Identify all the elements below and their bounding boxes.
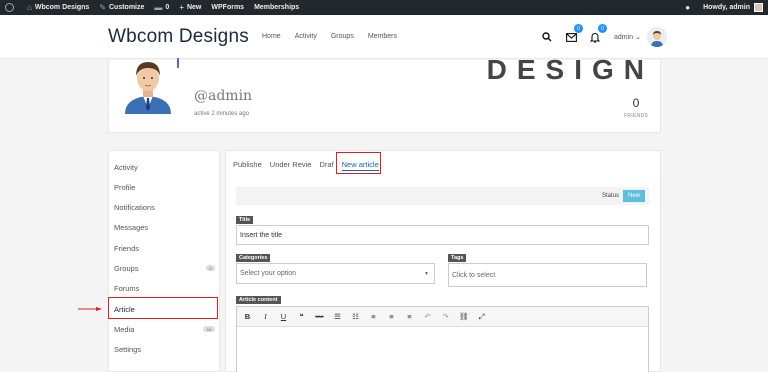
underline-icon[interactable]: U bbox=[279, 312, 288, 321]
new-article-highlight-box bbox=[336, 152, 381, 174]
title-label: Title bbox=[236, 216, 254, 224]
align-left-icon[interactable]: ≡ bbox=[369, 312, 378, 321]
header-actions: 0 0 admin ⌄ bbox=[540, 24, 667, 47]
adminbar-my-account[interactable]: Howdy, admin bbox=[698, 0, 768, 15]
bold-icon[interactable]: B bbox=[243, 312, 252, 321]
friends-stat[interactable]: 0 FRIENDS bbox=[624, 96, 648, 119]
sidebar-item-profile[interactable]: Profile bbox=[109, 177, 221, 197]
article-content-editor[interactable]: B I U ❝ ABC ☰ ☷ ≡ ≡ ≡ ↶ ↷ ⛓ ⤢ bbox=[236, 306, 649, 372]
numbered-list-icon[interactable]: ☷ bbox=[351, 312, 360, 321]
article-main-panel: Publishe Under Revie Draf New article St… bbox=[225, 150, 661, 372]
plus-icon: + bbox=[179, 3, 184, 12]
link-icon[interactable]: ⛓ bbox=[459, 312, 469, 321]
home-icon: ⌂ bbox=[27, 3, 32, 12]
user-menu[interactable]: admin ⌄ bbox=[614, 27, 667, 47]
brush-icon: ✎ bbox=[99, 3, 106, 12]
cover-image-text: DESIGN bbox=[486, 54, 654, 85]
align-right-icon[interactable]: ≡ bbox=[405, 312, 414, 321]
sidebar-item-settings[interactable]: Settings bbox=[109, 339, 221, 359]
categories-label: Categories bbox=[236, 254, 271, 262]
tab-draft[interactable]: Draf bbox=[319, 160, 333, 171]
comment-icon: ▬ bbox=[154, 3, 163, 12]
nav-groups[interactable]: Groups bbox=[331, 33, 354, 40]
fullscreen-icon[interactable]: ⤢ bbox=[477, 312, 486, 322]
caret-down-icon: ▼ bbox=[424, 270, 429, 277]
categories-select[interactable]: Select your option ▼ bbox=[236, 263, 435, 284]
adminbar-notice[interactable]: ● bbox=[680, 0, 698, 15]
site-header: Wbcom Designs Home Activity Groups Membe… bbox=[0, 15, 768, 59]
friends-label: FRIENDS bbox=[623, 113, 648, 119]
wordpress-icon bbox=[5, 3, 14, 12]
sidebar-item-groups[interactable]: Groups 0 bbox=[109, 258, 221, 278]
adminbar-wpforms[interactable]: WPForms bbox=[206, 0, 249, 15]
media-count-badge: 10 bbox=[203, 326, 215, 332]
italic-icon[interactable]: I bbox=[261, 312, 270, 321]
tab-under-review[interactable]: Under Revie bbox=[270, 160, 312, 171]
profile-avatar[interactable] bbox=[117, 58, 179, 114]
messages-badge: 0 bbox=[574, 24, 583, 33]
align-center-icon[interactable]: ≡ bbox=[387, 312, 396, 321]
bullet-list-icon[interactable]: ☰ bbox=[333, 312, 342, 321]
adminbar-avatar bbox=[754, 3, 763, 12]
avatar bbox=[646, 27, 667, 47]
notifications-badge: 0 bbox=[598, 24, 607, 33]
nav-home[interactable]: Home bbox=[262, 33, 281, 40]
main-nav: Home Activity Groups Members bbox=[262, 33, 397, 40]
profile-header: DESIGN @admin active 2 minutes ago 0 FRI… bbox=[108, 54, 661, 133]
tags-input[interactable]: Click to select bbox=[448, 263, 647, 287]
article-highlight-box bbox=[108, 297, 218, 319]
redo-icon[interactable]: ↷ bbox=[441, 312, 450, 321]
sidebar-item-activity[interactable]: Activity bbox=[109, 157, 221, 177]
notice-icon: ● bbox=[685, 3, 691, 12]
adminbar-memberships[interactable]: Memberships bbox=[249, 0, 304, 15]
site-logo[interactable]: Wbcom Designs bbox=[108, 26, 249, 48]
chevron-down-icon: ⌄ bbox=[635, 34, 641, 41]
article-content-label: Article content bbox=[236, 296, 281, 304]
tags-label: Tags bbox=[448, 254, 467, 262]
friends-count: 0 bbox=[632, 96, 640, 110]
wp-logo-menu[interactable] bbox=[0, 0, 22, 15]
bell-icon[interactable]: 0 bbox=[588, 24, 607, 44]
search-icon[interactable] bbox=[540, 30, 554, 44]
title-input[interactable]: Insert the title bbox=[236, 225, 649, 245]
sidebar-item-friends[interactable]: Friends bbox=[109, 238, 221, 258]
wp-admin-bar: ⌂ Wbcom Designs ✎ Customize ▬ 0 + New WPForm… bbox=[0, 0, 768, 15]
tab-published[interactable]: Publishe bbox=[233, 160, 262, 171]
profile-handle: @admin bbox=[194, 88, 253, 104]
groups-count-badge: 0 bbox=[206, 265, 215, 271]
editor-toolbar: B I U ❝ ABC ☰ ☷ ≡ ≡ ≡ ↶ ↷ ⛓ ⤢ bbox=[237, 307, 648, 327]
messages-icon[interactable]: 0 bbox=[564, 24, 583, 44]
adminbar-site-name[interactable]: ⌂ Wbcom Designs bbox=[22, 0, 94, 15]
status-bar: Status New bbox=[236, 187, 649, 205]
adminbar-new[interactable]: + New bbox=[174, 0, 206, 15]
quote-icon[interactable]: ❝ bbox=[297, 312, 306, 321]
undo-icon[interactable]: ↶ bbox=[423, 312, 432, 321]
profile-sidebar-nav: Activity Profile Notifications Messages … bbox=[108, 150, 220, 372]
sidebar-item-notifications[interactable]: Notifications bbox=[109, 197, 221, 217]
last-active-text: active 2 minutes ago bbox=[194, 111, 250, 117]
nav-members[interactable]: Members bbox=[368, 33, 397, 40]
sidebar-item-forums[interactable]: Forums bbox=[109, 278, 221, 298]
adminbar-comments[interactable]: ▬ 0 bbox=[149, 0, 174, 15]
sidebar-item-media[interactable]: Media 10 bbox=[109, 319, 221, 339]
status-badge: New bbox=[623, 190, 645, 202]
strikethrough-icon[interactable]: ABC bbox=[315, 314, 324, 319]
adminbar-customize[interactable]: ✎ Customize bbox=[94, 0, 149, 15]
nav-activity[interactable]: Activity bbox=[295, 33, 317, 40]
sidebar-item-messages[interactable]: Messages bbox=[109, 217, 221, 237]
status-label: Status bbox=[601, 193, 619, 199]
arrow-right-icon bbox=[78, 307, 102, 311]
